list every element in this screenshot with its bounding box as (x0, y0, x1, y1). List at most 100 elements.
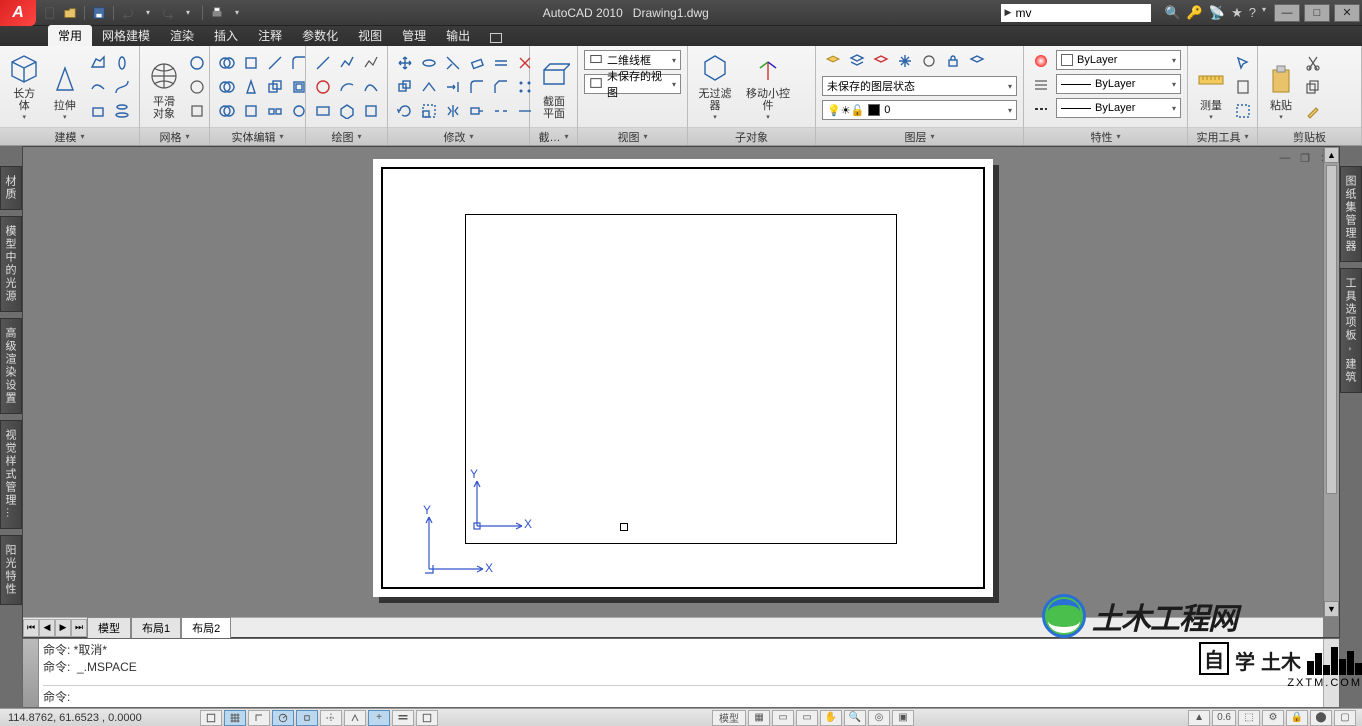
box-button[interactable]: 长方体▾ (6, 51, 43, 123)
tab-model[interactable]: 模型 (87, 617, 131, 638)
loft-icon[interactable] (111, 100, 133, 122)
infocenter-dropdown-icon[interactable]: ▾ (1262, 5, 1266, 21)
nav-wheel-icon[interactable]: ◎ (868, 710, 890, 726)
search-input[interactable] (1015, 6, 1170, 20)
model-paper-toggle[interactable]: 模型 (712, 710, 746, 726)
panel-expand-icon[interactable]: ▾ (80, 132, 84, 141)
coordinate-readout[interactable]: 114.8762, 61.6523 , 0.0000 (0, 712, 200, 724)
tab-annotate[interactable]: 注释 (248, 25, 292, 46)
tab-render[interactable]: 渲染 (160, 25, 204, 46)
command-input-line[interactable]: 命令: (43, 685, 1319, 705)
panel-expand-icon[interactable]: ▾ (930, 132, 934, 141)
qat-open-icon[interactable] (62, 5, 78, 21)
layer-iso-icon[interactable] (870, 50, 892, 72)
ws-switch-icon[interactable]: ⚙ (1262, 710, 1284, 726)
palette-toolpalettes[interactable]: 工具选项板 - 建筑 (1340, 268, 1362, 393)
doc-minimize-icon[interactable]: — (1277, 151, 1293, 165)
qat-new-icon[interactable] (42, 5, 58, 21)
spline-icon[interactable] (360, 76, 382, 98)
arc-icon[interactable] (336, 76, 358, 98)
tab-insert[interactable]: 插入 (204, 25, 248, 46)
tab-extra[interactable] (480, 28, 512, 46)
offset-icon[interactable] (490, 52, 512, 74)
tab-manage[interactable]: 管理 (392, 25, 436, 46)
fillet-icon[interactable] (466, 76, 488, 98)
line-icon[interactable] (312, 52, 334, 74)
ducs-toggle[interactable] (344, 710, 366, 726)
stretch-icon[interactable] (466, 100, 488, 122)
showmotion-icon[interactable]: ▣ (892, 710, 914, 726)
tab-layout1[interactable]: 布局1 (131, 617, 181, 638)
help-icon[interactable]: ? (1249, 5, 1256, 21)
vertical-scrollbar[interactable]: ▲ ▼ (1323, 147, 1339, 617)
palette-render-settings[interactable]: 高级渲染设置 (0, 318, 22, 414)
polar-toggle[interactable] (272, 710, 294, 726)
layer-match-icon[interactable] (966, 50, 988, 72)
help-search[interactable]: ▶ (1001, 4, 1151, 22)
layer-off-icon[interactable] (918, 50, 940, 72)
polysolid-icon[interactable] (87, 52, 109, 74)
sheet-last-icon[interactable]: ⏭ (71, 619, 87, 637)
nav-pan-icon[interactable]: ✋ (820, 710, 842, 726)
palette-sheetset[interactable]: 图纸集管理器 (1340, 166, 1362, 262)
qat-redo-icon[interactable] (160, 5, 176, 21)
extrude-face-icon[interactable] (240, 52, 262, 74)
break-icon[interactable] (490, 100, 512, 122)
command-scrollbar[interactable] (1323, 639, 1339, 707)
binoculars-icon[interactable]: 🔍 (1165, 5, 1181, 21)
color-wheel-icon[interactable] (1030, 50, 1052, 72)
cut-icon[interactable] (1302, 52, 1324, 74)
sheet-first-icon[interactable]: ⏮ (23, 619, 39, 637)
quickview-layouts-icon[interactable]: ▭ (772, 710, 794, 726)
scroll-thumb[interactable] (1326, 165, 1337, 494)
toolbar-lock-icon[interactable]: 🔒 (1286, 710, 1308, 726)
panel-expand-icon[interactable]: ▾ (279, 132, 283, 141)
palette-lights[interactable]: 模型中的光源 (0, 216, 22, 312)
sweep-icon[interactable] (111, 76, 133, 98)
minimize-button[interactable]: — (1274, 4, 1300, 22)
scroll-up-icon[interactable]: ▲ (1324, 147, 1339, 163)
panel-expand-icon[interactable]: ▾ (564, 132, 568, 141)
presspull-icon[interactable] (87, 100, 109, 122)
grid-toggle[interactable] (224, 710, 246, 726)
separate-icon[interactable] (264, 100, 286, 122)
qp-toggle[interactable] (416, 710, 438, 726)
section-plane-button[interactable]: 截面 平面 (536, 51, 572, 123)
smooth-icon[interactable] (87, 76, 109, 98)
matchprop-icon[interactable] (1302, 100, 1324, 122)
panel-expand-icon[interactable]: ▾ (643, 132, 647, 141)
mirror-icon[interactable] (442, 100, 464, 122)
color-combo[interactable]: ByLayer▾ (1056, 50, 1181, 70)
tab-view[interactable]: 视图 (348, 25, 392, 46)
linetype-combo[interactable]: ByLayer▾ (1056, 98, 1181, 118)
quickcalc-icon[interactable] (1232, 76, 1254, 98)
mesh-refine-icon[interactable] (186, 52, 208, 74)
satellite-icon[interactable]: 📡 (1209, 5, 1225, 21)
annoscale-icon[interactable]: ▲ (1188, 710, 1210, 726)
region-icon[interactable] (360, 100, 382, 122)
panel-expand-icon[interactable]: ▾ (1244, 132, 1248, 141)
app-logo[interactable]: A (0, 0, 36, 26)
cleanscreen-icon[interactable]: ▢ (1334, 710, 1356, 726)
copy-icon[interactable] (394, 76, 416, 98)
offset-face-icon[interactable] (240, 100, 262, 122)
tab-layout2[interactable]: 布局2 (181, 617, 231, 638)
hardware-accel-icon[interactable]: ⬤ (1310, 710, 1332, 726)
palette-sunprops[interactable]: 阳光特性 (0, 535, 22, 605)
extrude-button[interactable]: 拉伸▾ (47, 51, 84, 123)
smooth-object-button[interactable]: 平滑 对象 (146, 51, 182, 123)
layer-lock-icon[interactable] (942, 50, 964, 72)
scale-icon[interactable] (418, 100, 440, 122)
tab-parametric[interactable]: 参数化 (292, 25, 348, 46)
lineweight-icon[interactable] (1030, 74, 1052, 96)
layer-prop-icon[interactable] (822, 50, 844, 72)
trim-icon[interactable] (442, 52, 464, 74)
otrack-toggle[interactable] (320, 710, 342, 726)
doc-restore-icon[interactable]: ❐ (1297, 151, 1313, 165)
erase-icon[interactable] (466, 52, 488, 74)
revolve-icon[interactable] (111, 52, 133, 74)
paste-button[interactable]: 粘贴▾ (1264, 51, 1298, 123)
align3d-icon[interactable] (418, 76, 440, 98)
select-all-icon[interactable] (1232, 100, 1254, 122)
mesh-crease-icon[interactable] (186, 100, 208, 122)
